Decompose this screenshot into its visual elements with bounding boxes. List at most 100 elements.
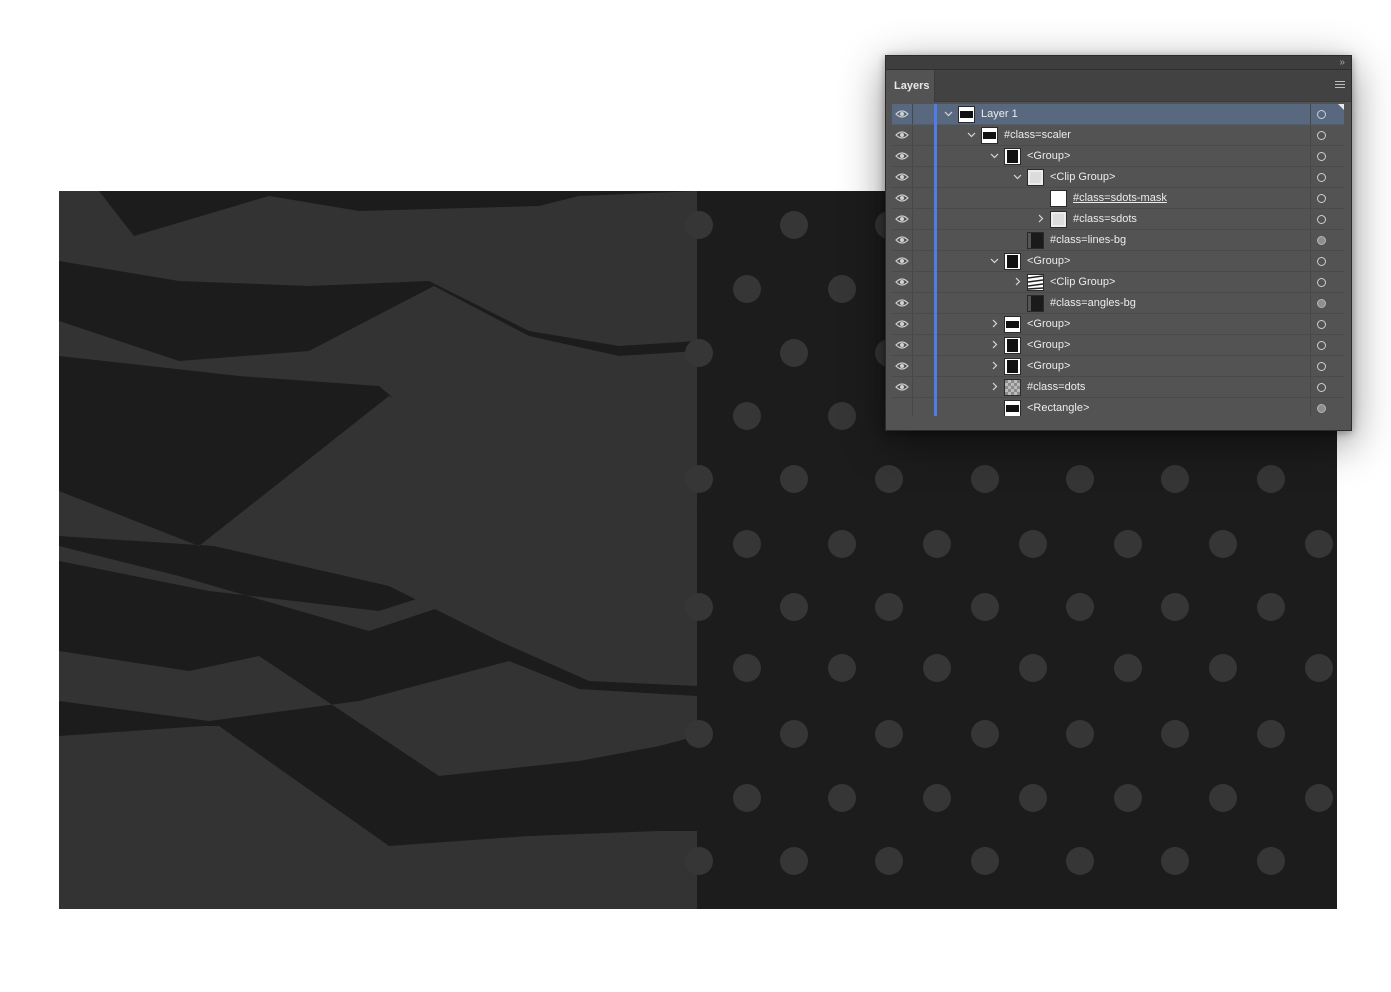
chevron-down-icon[interactable] [990, 151, 999, 160]
lock-toggle[interactable] [912, 209, 913, 229]
visibility-eye-icon[interactable] [894, 314, 910, 334]
visibility-eye-icon[interactable] [894, 293, 910, 313]
target-circle-icon[interactable] [1317, 194, 1326, 203]
chevron-down-icon[interactable] [990, 256, 999, 265]
visibility-eye-icon[interactable] [894, 146, 910, 166]
layer-name[interactable]: <Clip Group> [1050, 276, 1115, 288]
target-circle-icon[interactable] [1317, 278, 1326, 287]
lock-toggle[interactable] [912, 335, 913, 355]
layer-name[interactable]: <Group> [1027, 318, 1070, 330]
layer-name[interactable]: #class=sdots-mask [1073, 192, 1167, 204]
layer-row[interactable]: #class=lines-bg [892, 230, 1344, 251]
chevron-right-icon[interactable] [1013, 277, 1022, 286]
visibility-eye-icon[interactable] [894, 356, 910, 376]
target-column-divider [1310, 146, 1311, 166]
target-circle-icon[interactable] [1317, 257, 1326, 266]
lock-toggle[interactable] [912, 146, 913, 166]
target-circle-icon[interactable] [1317, 236, 1326, 245]
visibility-eye-icon[interactable] [894, 188, 910, 208]
lock-toggle[interactable] [912, 377, 913, 397]
target-circle-icon[interactable] [1317, 341, 1326, 350]
chevron-right-icon[interactable] [1036, 214, 1045, 223]
visibility-eye-icon[interactable] [894, 104, 910, 124]
layers-panel[interactable]: ›› Layers Layer 1 #class=scaler <Group> <Cl… [885, 55, 1352, 431]
pattern-dot [875, 593, 903, 621]
layer-name[interactable]: <Clip Group> [1050, 171, 1115, 183]
layer-color-bar [934, 377, 937, 398]
layer-thumbnail [1027, 232, 1044, 249]
layer-name[interactable]: <Rectangle> [1027, 402, 1089, 414]
chevron-right-icon[interactable] [990, 319, 999, 328]
target-circle-icon[interactable] [1317, 173, 1326, 182]
layer-row[interactable]: Layer 1 [892, 104, 1344, 125]
target-circle-icon[interactable] [1317, 320, 1326, 329]
target-circle-icon[interactable] [1317, 299, 1326, 308]
chevron-right-icon[interactable] [990, 361, 999, 370]
chevron-down-icon[interactable] [1013, 172, 1022, 181]
target-circle-icon[interactable] [1317, 362, 1326, 371]
lock-toggle[interactable] [912, 188, 913, 208]
panel-footer [886, 416, 1351, 430]
lock-toggle[interactable] [912, 167, 913, 187]
target-circle-icon[interactable] [1317, 383, 1326, 392]
lock-toggle[interactable] [912, 356, 913, 376]
layer-row[interactable]: #class=dots [892, 377, 1344, 398]
visibility-eye-icon[interactable] [894, 335, 910, 355]
layer-row[interactable]: <Group> [892, 251, 1344, 272]
lock-toggle[interactable] [912, 104, 913, 124]
tab-layers[interactable]: Layers [886, 70, 935, 102]
target-circle-icon[interactable] [1317, 152, 1326, 161]
target-circle-icon[interactable] [1317, 215, 1326, 224]
layer-name[interactable]: <Group> [1027, 339, 1070, 351]
layer-row[interactable]: <Group> [892, 146, 1344, 167]
layer-name[interactable]: #class=angles-bg [1050, 297, 1136, 309]
layer-name[interactable]: <Group> [1027, 255, 1070, 267]
lock-toggle[interactable] [912, 251, 913, 271]
visibility-eye-icon[interactable] [894, 209, 910, 229]
layer-row[interactable]: #class=sdots [892, 209, 1344, 230]
layer-name[interactable]: #class=lines-bg [1050, 234, 1126, 246]
lock-toggle[interactable] [912, 314, 913, 334]
target-circle-icon[interactable] [1317, 404, 1326, 413]
layer-row[interactable]: #class=sdots-mask [892, 188, 1344, 209]
chevron-right-icon[interactable] [990, 382, 999, 391]
lock-toggle[interactable] [912, 125, 913, 145]
target-circle-icon[interactable] [1317, 110, 1326, 119]
visibility-eye-icon[interactable] [894, 230, 910, 250]
target-circle-icon[interactable] [1317, 131, 1326, 140]
layer-name[interactable]: #class=dots [1027, 381, 1085, 393]
pattern-dot [1257, 465, 1285, 493]
layer-name[interactable]: <Group> [1027, 360, 1070, 372]
layer-row[interactable]: #class=angles-bg [892, 293, 1344, 314]
lock-toggle[interactable] [912, 272, 913, 292]
lock-toggle[interactable] [912, 230, 913, 250]
visibility-eye-icon[interactable] [894, 377, 910, 397]
collapse-panel-icon[interactable]: ›› [1339, 56, 1345, 69]
layer-name[interactable]: #class=sdots [1073, 213, 1137, 225]
layer-name[interactable]: #class=scaler [1004, 129, 1071, 141]
layer-row[interactable]: <Group> [892, 335, 1344, 356]
layer-row[interactable]: <Clip Group> [892, 272, 1344, 293]
chevron-down-icon[interactable] [944, 109, 953, 118]
canvas-workspace: ›› Layers Layer 1 #class=scaler <Group> <Cl… [0, 0, 1391, 992]
visibility-eye-icon[interactable] [894, 272, 910, 292]
layer-row[interactable]: #class=scaler [892, 125, 1344, 146]
layer-row[interactable]: <Group> [892, 314, 1344, 335]
pattern-dot [780, 339, 808, 367]
layer-name[interactable]: <Group> [1027, 150, 1070, 162]
lock-toggle[interactable] [912, 293, 913, 313]
panel-menu-icon[interactable] [1335, 81, 1345, 89]
layer-name[interactable]: Layer 1 [981, 108, 1018, 120]
lock-toggle[interactable] [912, 398, 913, 418]
pattern-dot [1114, 530, 1142, 558]
pattern-dot [733, 530, 761, 558]
visibility-eye-icon[interactable] [894, 125, 910, 145]
chevron-right-icon[interactable] [990, 340, 999, 349]
visibility-eye-icon[interactable] [894, 251, 910, 271]
visibility-eye-icon[interactable] [894, 167, 910, 187]
layer-row[interactable]: <Group> [892, 356, 1344, 377]
layer-row[interactable]: <Clip Group> [892, 167, 1344, 188]
panel-title-bar[interactable]: ›› [886, 56, 1351, 70]
chevron-down-icon[interactable] [967, 130, 976, 139]
target-column-divider [1310, 230, 1311, 250]
